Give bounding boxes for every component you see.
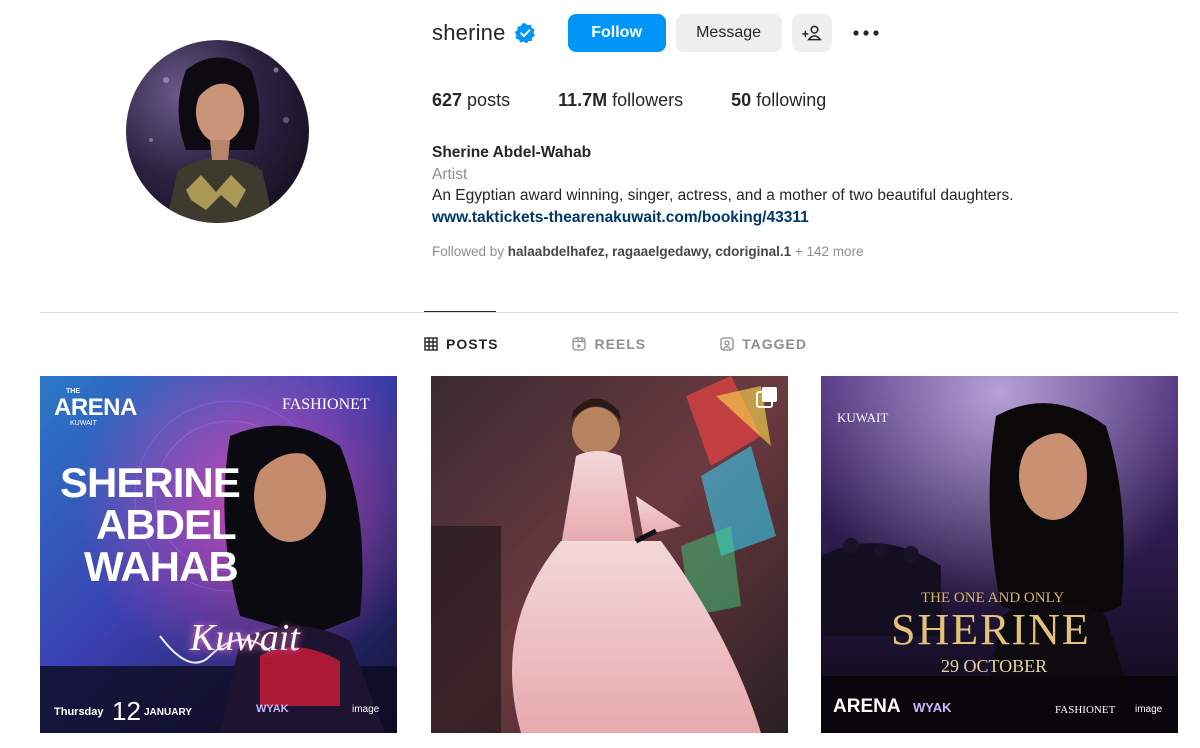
- followers-link[interactable]: 11.7M followers: [558, 90, 683, 111]
- post-thumbnail[interactable]: KUWAIT THE ONE AND ONLY SHERINE 29 OCTOB…: [821, 376, 1178, 733]
- arena-logo: ARENA: [54, 394, 137, 421]
- grid-icon: [424, 337, 438, 351]
- tab-posts[interactable]: POSTS: [424, 336, 498, 352]
- followed-by-users: halaabdelhafez, ragaaelgedawy, cdorigina…: [507, 244, 792, 259]
- profile-stats: 627 posts 11.7M followers 50 following: [432, 90, 874, 111]
- tab-tagged[interactable]: TAGGED: [720, 336, 807, 352]
- tagged-icon: [720, 337, 734, 351]
- post-thumbnail[interactable]: THE ARENA KUWAIT FASHIONET SHERINE ABDEL…: [40, 376, 397, 733]
- profile-bio: Sherine Abdel-Wahab Artist An Egyptian a…: [432, 142, 1014, 228]
- full-name: Sherine Abdel-Wahab: [432, 144, 592, 161]
- active-tab-indicator: [424, 311, 496, 312]
- post-thumbnail[interactable]: [431, 376, 788, 733]
- profile-header: sherine Follow Message: [432, 13, 884, 53]
- message-button[interactable]: Message: [675, 14, 782, 52]
- more-options-button[interactable]: [848, 14, 884, 52]
- username: sherine: [432, 20, 506, 45]
- profile-tabs: POSTS REELS TAGGED: [424, 336, 881, 352]
- carousel-icon: [756, 386, 778, 408]
- followed-by[interactable]: Followed by halaabdelhafez, ragaaelgedaw…: [432, 244, 864, 259]
- bio-link[interactable]: www.taktickets-thearenakuwait.com/bookin…: [432, 209, 809, 226]
- suggest-users-button[interactable]: [791, 14, 832, 52]
- tab-reels[interactable]: REELS: [572, 336, 646, 352]
- section-divider: [40, 312, 1178, 313]
- add-user-icon: [801, 23, 822, 43]
- posts-count: 627 posts: [432, 90, 511, 110]
- more-options-icon: [852, 30, 879, 36]
- bio-description: An Egyptian award winning, singer, actre…: [432, 187, 1014, 204]
- reels-icon: [572, 337, 587, 351]
- following-link[interactable]: 50 following: [731, 90, 826, 111]
- follow-button[interactable]: Follow: [567, 14, 666, 52]
- brand-logo: FASHIONET: [282, 396, 370, 413]
- category-label: Artist: [432, 165, 468, 183]
- profile-avatar[interactable]: [126, 40, 309, 223]
- kuwait-logo: KUWAIT: [837, 410, 889, 425]
- verified-badge-icon: [514, 22, 536, 44]
